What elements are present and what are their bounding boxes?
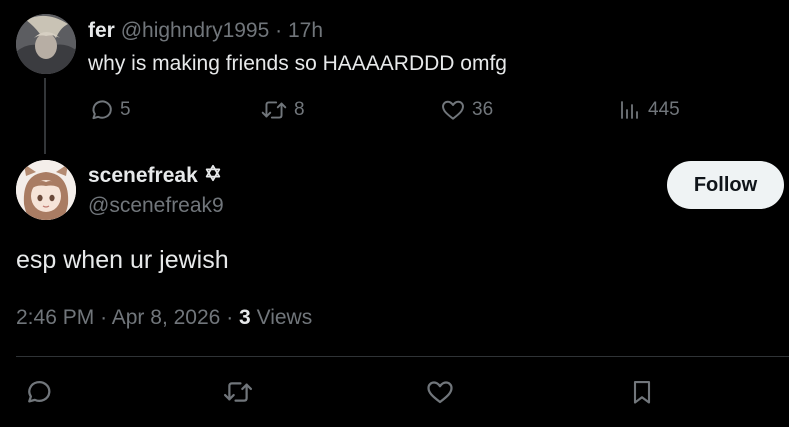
tweet-views-label: Views xyxy=(256,306,313,329)
parent-handle[interactable]: @highndry1995 xyxy=(121,19,270,42)
repost-icon[interactable] xyxy=(222,376,254,408)
thread-connector-line xyxy=(44,78,46,154)
main-name-row: scenefreak xyxy=(88,163,222,189)
repost-icon xyxy=(260,97,288,123)
analytics-icon xyxy=(618,97,642,123)
parent-header: fer @highndry1995 · 17h xyxy=(88,18,323,44)
parent-tweet-text: why is making friends so HAAAARDDD omfg xyxy=(88,52,507,75)
meta-separator: · xyxy=(226,306,234,329)
views-count: 445 xyxy=(648,99,680,120)
heart-icon[interactable] xyxy=(424,376,456,408)
star-of-david-icon xyxy=(204,163,222,189)
tweet-views-count: 3 xyxy=(239,306,251,329)
reply-icon xyxy=(88,97,114,123)
parent-time-ago[interactable]: 17h xyxy=(288,19,323,42)
repost-count: 8 xyxy=(294,99,305,120)
main-avatar[interactable] xyxy=(16,160,76,220)
main-handle[interactable]: @scenefreak9 xyxy=(88,193,224,219)
tweet-meta-row: 2:46 PM · Apr 8, 2026 · 3 Views xyxy=(16,304,312,332)
tweet-date[interactable]: Apr 8, 2026 xyxy=(112,306,221,329)
parent-reply-stat[interactable]: 5 xyxy=(88,96,131,124)
divider xyxy=(16,356,789,357)
main-display-name[interactable]: scenefreak xyxy=(88,163,198,189)
like-count: 36 xyxy=(472,99,494,120)
parent-avatar[interactable] xyxy=(16,14,76,74)
reply-count: 5 xyxy=(120,99,131,120)
parent-repost-stat[interactable]: 8 xyxy=(260,96,305,124)
main-tweet-text: esp when ur jewish xyxy=(16,246,229,274)
parent-like-stat[interactable]: 36 xyxy=(440,96,493,124)
tweet-time[interactable]: 2:46 PM xyxy=(16,306,94,329)
follow-button[interactable]: Follow xyxy=(667,161,784,209)
bookmark-icon[interactable] xyxy=(626,376,658,408)
reply-icon[interactable] xyxy=(22,376,54,408)
heart-icon xyxy=(440,97,466,123)
parent-display-name[interactable]: fer xyxy=(88,19,115,42)
parent-views-stat[interactable]: 445 xyxy=(618,96,680,124)
meta-separator: · xyxy=(100,306,108,329)
parent-header-separator: · xyxy=(275,19,283,42)
